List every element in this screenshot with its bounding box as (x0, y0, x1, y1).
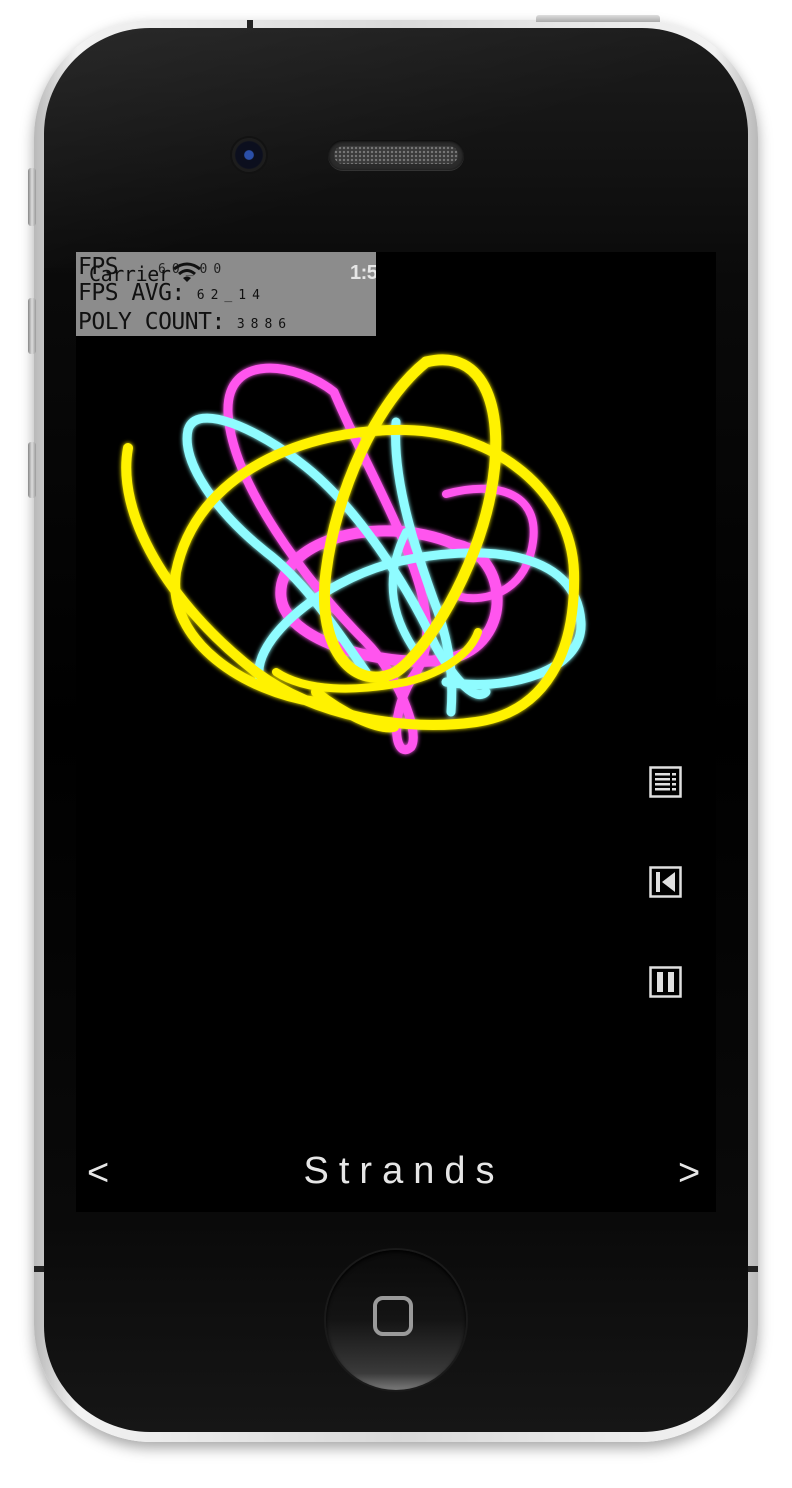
volume-up-button (28, 298, 36, 354)
earpiece-speaker (328, 140, 464, 170)
pause-button[interactable] (649, 966, 682, 998)
poly-count-value: 3886 (236, 317, 293, 332)
sleep-button (536, 15, 660, 22)
poly-count-label: POLY COUNT: (78, 309, 225, 335)
status-time: 1:5 (350, 262, 376, 284)
home-button[interactable] (326, 1250, 466, 1390)
app-screen: FPS 60_00 FPS AVG: 62_14 POLY COUNT: 3886 C… (76, 252, 716, 1212)
menu-button[interactable] (649, 766, 682, 798)
next-button[interactable]: > (678, 1154, 700, 1192)
home-square-icon (373, 1296, 413, 1336)
skip-back-icon (649, 866, 682, 898)
pause-icon (649, 966, 682, 998)
poly-count-row: POLY COUNT: 3886 (78, 309, 292, 335)
volume-down-button (28, 442, 36, 498)
fps-avg-value: 62_14 (196, 288, 266, 303)
strands-animation (121, 354, 586, 754)
restart-button[interactable] (649, 866, 682, 898)
wifi-icon (173, 262, 201, 282)
carrier-label: Carrier (89, 262, 171, 286)
debug-overlay: FPS 60_00 FPS AVG: 62_14 POLY COUNT: 3886 C… (76, 252, 376, 336)
list-icon (649, 766, 682, 798)
front-camera (232, 138, 266, 172)
scene-title: Strands (303, 1150, 505, 1192)
mute-switch (28, 168, 36, 226)
